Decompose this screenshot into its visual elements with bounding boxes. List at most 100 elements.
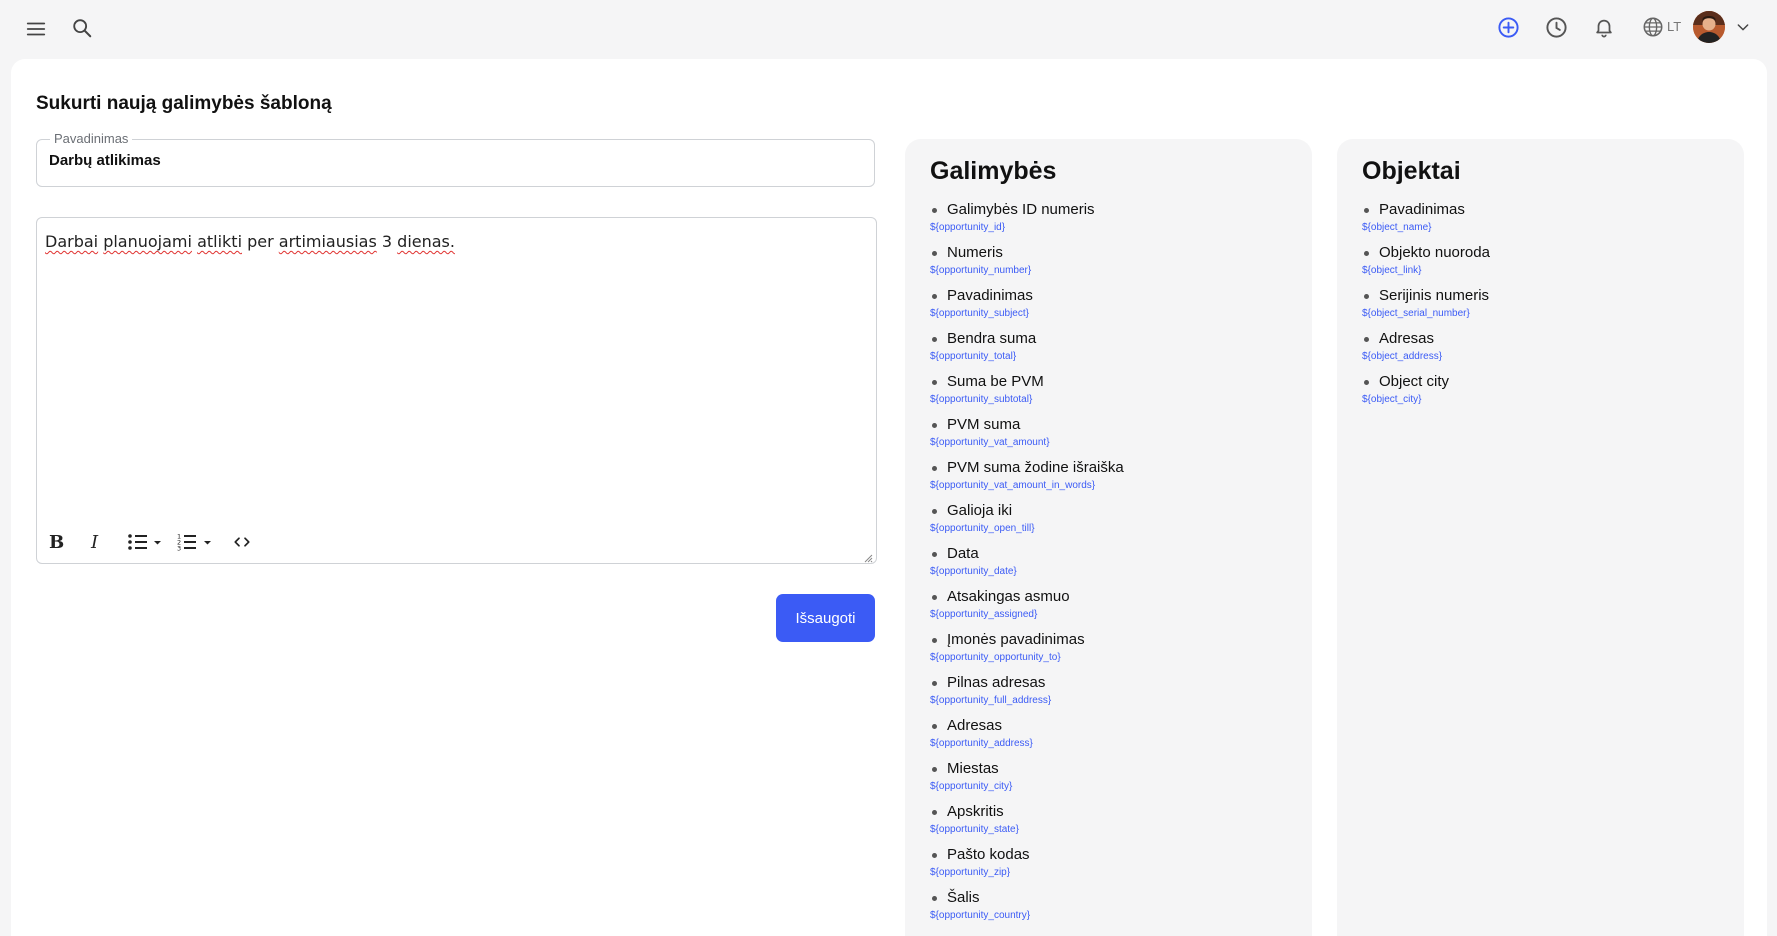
opportunity-item: Apskritis ${opportunity_state} (930, 803, 1124, 846)
opportunity-item-label: Apskritis (930, 803, 1124, 820)
save-button[interactable]: Išsaugoti (776, 594, 875, 642)
opportunity-item-token[interactable]: ${opportunity_date} (930, 566, 1124, 578)
opportunity-item-token[interactable]: ${opportunity_number} (930, 265, 1124, 277)
editor-toolbar: B I 1 2 3 (37, 530, 337, 554)
opportunity-item-token[interactable]: ${opportunity_assigned} (930, 609, 1124, 621)
opportunity-item-label: Suma be PVM (930, 373, 1124, 390)
object-item-token[interactable]: ${object_city} (1362, 394, 1490, 406)
opportunity-item-label: Įmonės pavadinimas (930, 631, 1124, 648)
menu-icon[interactable] (24, 17, 48, 41)
opportunity-item-token[interactable]: ${opportunity_id} (930, 222, 1124, 234)
opportunity-item: PVM suma ${opportunity_vat_amount} (930, 416, 1124, 459)
opportunity-item-label: Pavadinimas (930, 287, 1124, 304)
objects-panel: Objektai Pavadinimas ${object_name} Objekt… (1337, 139, 1744, 936)
opportunity-item-token[interactable]: ${opportunity_subject} (930, 308, 1124, 320)
opportunity-item-label: Data (930, 545, 1124, 562)
opportunity-item: PVM suma žodine išraiška ${opportunity_va… (930, 459, 1124, 502)
object-item: Pavadinimas ${object_name} (1362, 201, 1490, 244)
opportunity-item: Suma be PVM ${opportunity_subtotal} (930, 373, 1124, 416)
opportunity-item-label: Numeris (930, 244, 1124, 261)
page-title: Sukurti naują galimybės šabloną (36, 93, 332, 114)
opportunity-item: Numeris ${opportunity_number} (930, 244, 1124, 287)
opportunity-item-label: Atsakingas asmuo (930, 588, 1124, 605)
opportunity-item-label: Galimybės ID numeris (930, 201, 1124, 218)
opportunity-item-label: Galioja iki (930, 502, 1124, 519)
editor-word: 3 (381, 232, 393, 251)
opportunity-item: Šalis ${opportunity_country} (930, 889, 1124, 932)
object-item-token[interactable]: ${object_link} (1362, 265, 1490, 277)
chevron-down-icon[interactable] (1733, 17, 1753, 37)
name-input[interactable] (49, 152, 849, 169)
opportunity-item-label: Pašto kodas (930, 846, 1124, 863)
opportunity-item-label: Bendra suma (930, 330, 1124, 347)
object-item-label: Adresas (1362, 330, 1490, 347)
top-bar: LT (0, 0, 1777, 57)
bold-icon[interactable]: B (49, 530, 64, 554)
editor-word: artimiausias (278, 232, 377, 251)
editor-word: dienas. (397, 232, 455, 251)
opportunity-item-token[interactable]: ${opportunity_city} (930, 781, 1124, 793)
name-field[interactable]: Pavadinimas (36, 131, 875, 187)
object-item: Serijinis numeris ${object_serial_number} (1362, 287, 1490, 330)
editor-word: atlikti (197, 232, 243, 251)
bell-icon[interactable] (1592, 15, 1616, 39)
numbered-list-icon[interactable]: 1 2 3 (177, 530, 213, 554)
opportunity-item: Data ${opportunity_date} (930, 545, 1124, 588)
opportunity-item-token[interactable]: ${opportunity_subtotal} (930, 394, 1124, 406)
editor-word: per (247, 232, 274, 251)
opportunity-item-token[interactable]: ${opportunity_country} (930, 910, 1124, 922)
opportunity-item-label: Adresas (930, 717, 1124, 734)
object-item-token[interactable]: ${object_address} (1362, 351, 1490, 363)
opportunities-title: Galimybės (930, 157, 1057, 185)
object-item-token[interactable]: ${object_name} (1362, 222, 1490, 234)
opportunity-item-label: Pilnas adresas (930, 674, 1124, 691)
editor-content[interactable]: Darbai planuojami atlikti per artimiausi… (45, 232, 455, 251)
opportunity-item-token[interactable]: ${opportunity_total} (930, 351, 1124, 363)
resize-handle[interactable] (863, 550, 873, 563)
rich-text-editor[interactable]: Darbai planuojami atlikti per artimiausi… (36, 217, 877, 564)
objects-list: Pavadinimas ${object_name} Objekto nuoroda… (1362, 201, 1490, 416)
object-item-label: Objekto nuoroda (1362, 244, 1490, 261)
object-item-token[interactable]: ${object_serial_number} (1362, 308, 1490, 320)
svg-text:3: 3 (177, 545, 181, 553)
opportunity-item: Galioja iki ${opportunity_open_till} (930, 502, 1124, 545)
avatar[interactable] (1693, 11, 1725, 43)
opportunity-item-label: Šalis (930, 889, 1124, 906)
opportunity-item-label: Miestas (930, 760, 1124, 777)
code-icon[interactable] (233, 530, 251, 554)
opportunity-item-token[interactable]: ${opportunity_zip} (930, 867, 1124, 879)
opportunity-item-token[interactable]: ${opportunity_full_address} (930, 695, 1124, 707)
object-item-label: Serijinis numeris (1362, 287, 1490, 304)
opportunity-item-token[interactable]: ${opportunity_address} (930, 738, 1124, 750)
opportunity-item-token[interactable]: ${opportunity_vat_amount} (930, 437, 1124, 449)
opportunity-item-label: PVM suma (930, 416, 1124, 433)
search-icon[interactable] (70, 16, 94, 40)
opportunity-item: Atsakingas asmuo ${opportunity_assigned} (930, 588, 1124, 631)
opportunity-item-token[interactable]: ${opportunity_open_till} (930, 523, 1124, 535)
object-item-label: Object city (1362, 373, 1490, 390)
opportunities-panel: Galimybės Galimybės ID numeris ${opportun… (905, 139, 1312, 936)
language-label[interactable]: LT (1667, 19, 1681, 34)
object-item: Objekto nuoroda ${object_link} (1362, 244, 1490, 287)
objects-title: Objektai (1362, 157, 1461, 185)
editor-word: planuojami (103, 232, 192, 251)
italic-icon[interactable]: I (91, 530, 98, 554)
globe-icon[interactable] (1641, 15, 1665, 39)
opportunity-item-token[interactable]: ${opportunity_vat_amount_in_words} (930, 480, 1124, 492)
opportunity-item: Įmonės pavadinimas ${opportunity_opportun… (930, 631, 1124, 674)
bullet-list-icon[interactable] (127, 530, 163, 554)
name-field-label: Pavadinimas (50, 131, 133, 146)
opportunities-list: Galimybės ID numeris ${opportunity_id} Num… (930, 201, 1124, 932)
object-item-label: Pavadinimas (1362, 201, 1490, 218)
opportunity-item: Pavadinimas ${opportunity_subject} (930, 287, 1124, 330)
opportunity-item: Miestas ${opportunity_city} (930, 760, 1124, 803)
editor-word: Darbai (45, 232, 99, 251)
opportunity-item-token[interactable]: ${opportunity_opportunity_to} (930, 652, 1124, 664)
opportunity-item: Pašto kodas ${opportunity_zip} (930, 846, 1124, 889)
opportunity-item-token[interactable]: ${opportunity_state} (930, 824, 1124, 836)
add-circle-icon[interactable] (1496, 15, 1520, 39)
opportunity-item: Adresas ${opportunity_address} (930, 717, 1124, 760)
history-icon[interactable] (1544, 15, 1568, 39)
opportunity-item: Pilnas adresas ${opportunity_full_address… (930, 674, 1124, 717)
opportunity-item: Galimybės ID numeris ${opportunity_id} (930, 201, 1124, 244)
